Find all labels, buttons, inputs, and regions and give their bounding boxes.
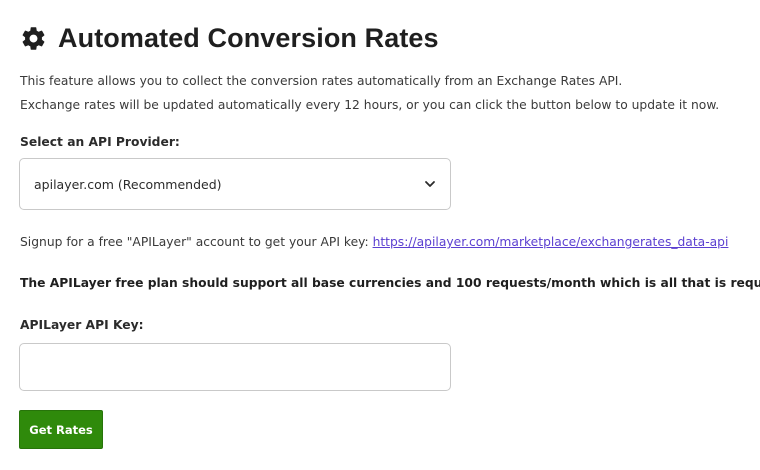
apilayer-link[interactable]: https://apilayer.com/marketplace/exchang… (373, 235, 729, 249)
page-header: Automated Conversion Rates (20, 18, 439, 58)
provider-label: Select an API Provider: (20, 135, 180, 149)
api-key-input[interactable] (19, 343, 451, 391)
signup-prefix: Signup for a free "APILayer" account to … (20, 235, 373, 249)
chevron-down-icon (424, 178, 436, 190)
provider-select[interactable]: apilayer.com (Recommended) (19, 158, 451, 210)
signup-text: Signup for a free "APILayer" account to … (20, 235, 728, 249)
page-title: Automated Conversion Rates (58, 22, 439, 53)
description-line-1: This feature allows you to collect the c… (20, 74, 623, 88)
provider-selected-value: apilayer.com (Recommended) (34, 176, 222, 192)
settings-page: Automated Conversion Rates This feature … (0, 0, 760, 470)
free-plan-note: The APILayer free plan should support al… (20, 276, 760, 290)
get-rates-button[interactable]: Get Rates (19, 410, 103, 449)
gear-icon (20, 25, 47, 52)
description-line-2: Exchange rates will be updated automatic… (20, 98, 720, 112)
api-key-label: APILayer API Key: (20, 318, 144, 332)
